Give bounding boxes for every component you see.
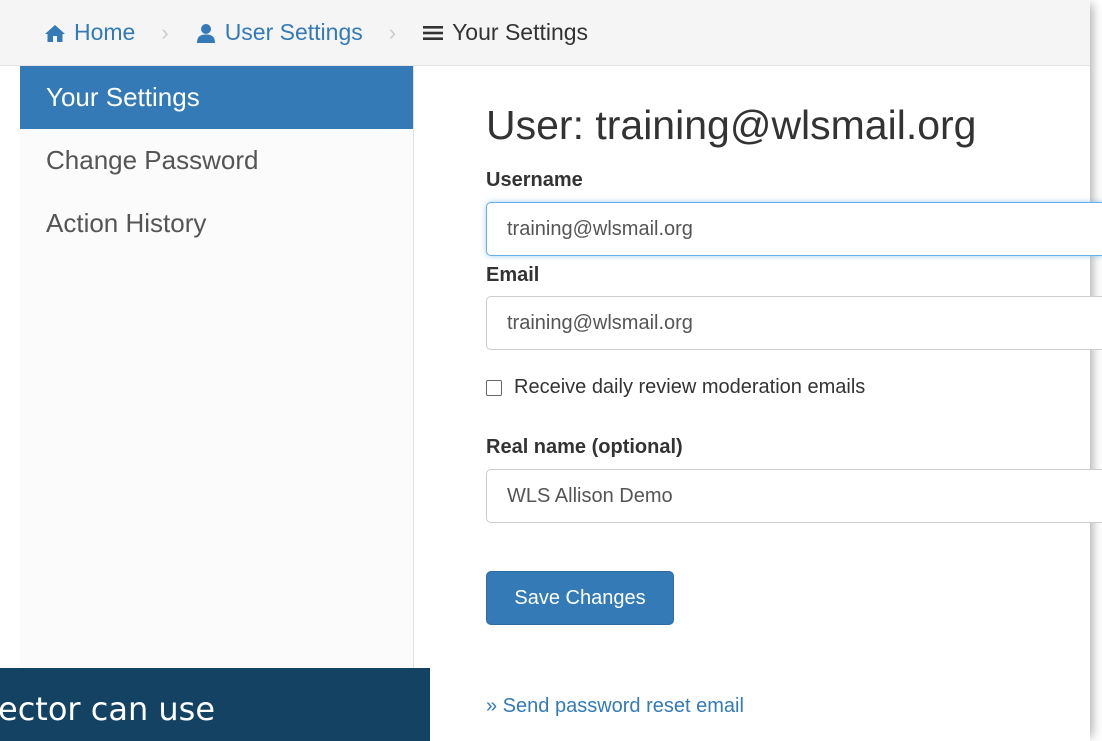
realname-label: Real name (optional) [486, 436, 683, 458]
breadcrumb-user-settings-label: User Settings [224, 19, 363, 45]
breadcrumb: Home › User Settings › Your Settings [0, 0, 1090, 66]
home-icon [45, 24, 65, 42]
sidebar-item-label: Action History [46, 208, 207, 238]
breadcrumb-current: Your Settings [422, 19, 588, 46]
caption-banner: ector can use [0, 668, 430, 741]
realname-input[interactable] [486, 469, 1102, 523]
email-input[interactable] [486, 296, 1102, 350]
password-reset-link[interactable]: » Send password reset email [486, 695, 744, 718]
email-label: Email [486, 264, 540, 286]
breadcrumb-current-label: Your Settings [452, 19, 589, 45]
sidebar-item-label: Your Settings [46, 82, 200, 112]
settings-window: Home › User Settings › Your Settings You… [0, 0, 1102, 741]
chevron-right-icon: › [161, 19, 169, 45]
moderation-emails-label: Receive daily review moderation emails [514, 376, 866, 398]
page-title: User: training@wlsmail.org [486, 102, 977, 148]
sidebar-item-change-password[interactable]: Change Password [20, 129, 413, 192]
moderation-emails-checkbox[interactable] [486, 379, 502, 396]
save-changes-button[interactable]: Save Changes [486, 571, 674, 625]
breadcrumb-home[interactable]: Home [44, 19, 135, 46]
sidebar-item-action-history[interactable]: Action History [20, 192, 413, 255]
sidebar-item-label: Change Password [46, 145, 259, 175]
user-icon [196, 23, 215, 43]
caption-text: ector can use [0, 690, 216, 728]
menu-icon [423, 25, 444, 40]
sidebar-item-your-settings[interactable]: Your Settings [20, 66, 413, 129]
moderation-emails-option: Receive daily review moderation emails [486, 376, 865, 399]
sidebar: Your Settings Change Password Action His… [20, 66, 414, 741]
username-input[interactable] [486, 202, 1102, 256]
breadcrumb-user-settings[interactable]: User Settings [195, 19, 363, 46]
breadcrumb-home-label: Home [74, 19, 136, 45]
chevron-right-icon: › [388, 19, 397, 45]
username-label: Username [486, 169, 583, 191]
